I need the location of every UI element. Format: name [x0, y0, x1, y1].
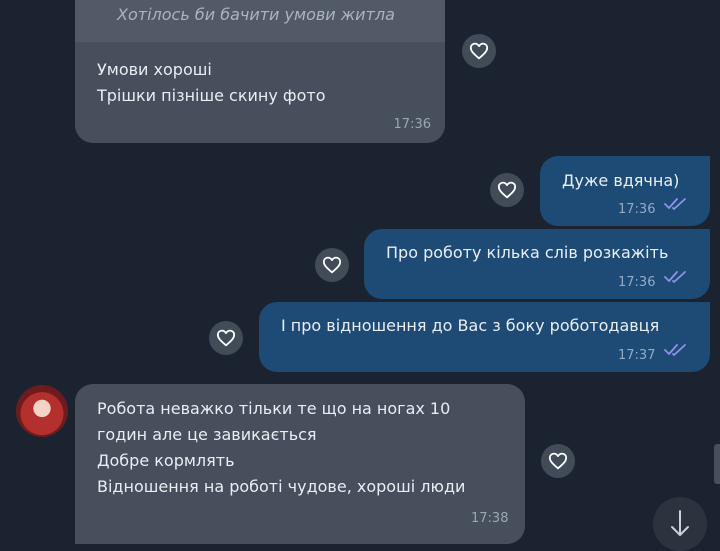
message-time: 17:36 [393, 117, 431, 132]
outgoing-message-bubble[interactable]: Про роботу кілька слів розкажіть 17:36 [364, 229, 710, 299]
message-text-line: Добре кормлять [97, 451, 235, 470]
message-text-line: Умови хороші [97, 60, 212, 79]
reply-quote[interactable]: Хотілось би бачити умови житла [75, 0, 445, 42]
message-time: 17:36 [618, 202, 656, 217]
incoming-message-bubble[interactable]: Хотілось би бачити умови житла Умови хор… [75, 0, 445, 143]
message-text-line: Про роботу кілька слів розкажіть [386, 243, 669, 262]
message-text-line: Трішки пізніше скину фото [97, 86, 326, 105]
offscreen-message-edge [714, 444, 720, 484]
message-text-line: годин але це завикається [97, 425, 317, 444]
outgoing-message-bubble[interactable]: І про відношення до Вас з боку роботодав… [259, 302, 710, 372]
avatar[interactable] [16, 385, 68, 437]
message-time: 17:38 [471, 511, 509, 526]
reply-quote-text: Хотілось би бачити умови житла [117, 5, 395, 24]
message-text-line: Робота неважко тільки те що на ногах 10 [97, 399, 451, 418]
heart-icon[interactable] [209, 321, 243, 355]
scroll-to-bottom-button[interactable] [653, 497, 707, 551]
arrow-down-icon [671, 510, 689, 536]
heart-icon[interactable] [462, 34, 496, 68]
heart-icon[interactable] [490, 173, 524, 207]
heart-icon[interactable] [541, 444, 575, 478]
heart-icon[interactable] [315, 248, 349, 282]
outgoing-message-bubble[interactable]: Дуже вдячна) 17:36 [540, 156, 710, 226]
message-text-line: І про відношення до Вас з боку роботодав… [281, 316, 660, 335]
double-check-icon [664, 344, 686, 356]
message-text-line: Відношення на роботі чудове, хороші люди [97, 477, 466, 496]
message-text-line: Дуже вдячна) [562, 171, 680, 190]
incoming-message-bubble[interactable]: Робота неважко тільки те що на ногах 10 … [75, 384, 525, 544]
message-time: 17:36 [618, 275, 656, 290]
message-time: 17:37 [618, 348, 656, 363]
double-check-icon [664, 271, 686, 283]
double-check-icon [664, 198, 686, 210]
